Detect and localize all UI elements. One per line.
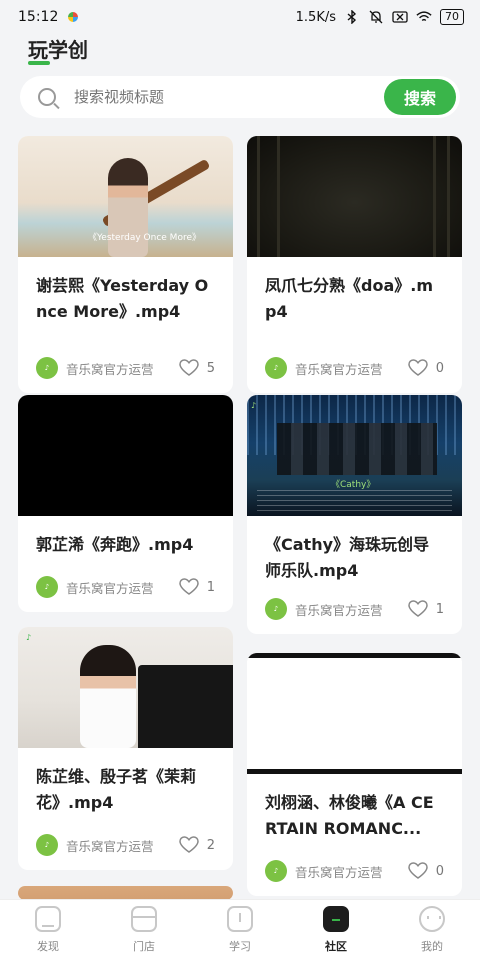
nav-label: 我的 — [421, 940, 443, 953]
video-card[interactable]: 刘栩涵、林俊曦《A CERTAIN ROMANC... ♪ 音乐窝官方运营 0 — [247, 653, 462, 896]
like-count: 0 — [435, 360, 444, 376]
nav-label: 门店 — [133, 940, 155, 953]
author-name: 音乐窝官方运营 — [66, 580, 154, 596]
avatar: ♪ — [36, 834, 58, 856]
logo-icon: ♪ — [251, 401, 257, 410]
video-thumbnail[interactable] — [18, 886, 233, 900]
video-thumbnail[interactable]: ♪ 《Cathy》 — [247, 395, 462, 516]
heart-icon[interactable] — [178, 359, 199, 377]
video-thumbnail[interactable] — [247, 653, 462, 774]
video-title[interactable]: 陈芷维、殷子茗《茉莉花》.mp4 — [18, 748, 233, 820]
video-card[interactable]: 凤爪七分熟《doa》.mp4 ♪ 音乐窝官方运营 0 — [247, 136, 462, 393]
video-card[interactable]: 《Yesterday Once More》 谢芸熙《Yesterday Once… — [18, 136, 233, 393]
heart-icon[interactable] — [407, 359, 428, 377]
avatar: ♪ — [265, 860, 287, 882]
community-icon — [323, 906, 349, 932]
profile-icon — [419, 906, 445, 932]
video-card[interactable]: 郭芷浠《奔跑》.mp4 ♪ 音乐窝官方运营 1 — [18, 395, 233, 612]
avatar: ♪ — [265, 357, 287, 379]
search-icon — [38, 88, 56, 106]
like-count: 5 — [206, 360, 215, 376]
video-title[interactable]: 郭芷浠《奔跑》.mp4 — [18, 516, 233, 562]
video-thumbnail[interactable] — [247, 136, 462, 257]
video-thumbnail[interactable] — [18, 395, 233, 516]
mute-icon — [368, 10, 384, 24]
heart-icon[interactable] — [178, 578, 199, 596]
avatar: ♪ — [36, 576, 58, 598]
like-count: 1 — [206, 579, 215, 595]
home-icon — [35, 906, 61, 932]
search-bar[interactable]: 搜索 — [20, 76, 460, 118]
video-title[interactable]: 《Cathy》海珠玩创导师乐队.mp4 — [247, 516, 462, 584]
like-count: 2 — [206, 837, 215, 853]
video-card[interactable]: ♪ 《Cathy》 《Cathy》海珠玩创导师乐队.mp4 ♪ 音乐窝官方运营 … — [247, 395, 462, 634]
heart-icon[interactable] — [407, 600, 428, 618]
colorful-dot-icon — [68, 12, 79, 22]
avatar: ♪ — [36, 357, 58, 379]
video-title[interactable]: 刘栩涵、林俊曦《A CERTAIN ROMANC... — [247, 774, 462, 846]
nav-label: 社区 — [325, 940, 347, 953]
network-speed: 1.5K/s — [295, 9, 336, 25]
author-name: 音乐窝官方运营 — [66, 838, 154, 854]
author-name: 音乐窝官方运营 — [66, 361, 154, 377]
app-header: 玩学创 — [28, 34, 88, 64]
author-name: 音乐窝官方运营 — [295, 864, 383, 880]
heart-icon[interactable] — [178, 836, 199, 854]
nav-item-community[interactable]: 社区 — [288, 900, 384, 960]
search-input[interactable] — [74, 88, 364, 106]
nav-item-store[interactable]: 门店 — [96, 900, 192, 960]
like-count: 0 — [435, 863, 444, 879]
thumbnail-caption: 《Cathy》 — [331, 480, 376, 490]
author-name: 音乐窝官方运营 — [295, 361, 383, 377]
battery-icon: 70 — [440, 9, 464, 25]
bottom-nav: 发现 门店 学习 社区 我的 — [0, 899, 480, 960]
video-title[interactable]: 凤爪七分熟《doa》.mp4 — [247, 257, 462, 335]
video-card[interactable]: ♪ 陈芷维、殷子茗《茉莉花》.mp4 ♪ 音乐窝官方运营 2 — [18, 627, 233, 870]
video-title[interactable]: 谢芸熙《Yesterday Once More》.mp4 — [18, 257, 233, 335]
nav-label: 发现 — [37, 940, 59, 953]
status-bar: 15:12 1.5K/s 70 — [0, 0, 480, 34]
video-thumbnail[interactable]: 《Yesterday Once More》 — [18, 136, 233, 257]
page-title: 玩学创 — [28, 38, 88, 62]
video-card[interactable] — [18, 886, 233, 900]
status-time: 15:12 — [18, 9, 59, 25]
book-icon — [227, 906, 253, 932]
author-name: 音乐窝官方运营 — [295, 602, 383, 618]
search-button[interactable]: 搜索 — [384, 79, 456, 115]
store-icon — [131, 906, 157, 932]
wifi-icon — [416, 10, 432, 24]
nav-label: 学习 — [229, 940, 251, 953]
like-count: 1 — [435, 601, 444, 617]
heart-icon[interactable] — [407, 862, 428, 880]
bluetooth-icon — [344, 10, 360, 24]
sim-off-icon — [392, 10, 408, 24]
nav-item-study[interactable]: 学习 — [192, 900, 288, 960]
thumbnail-caption: 《Yesterday Once More》 — [88, 233, 201, 243]
nav-item-mine[interactable]: 我的 — [384, 900, 480, 960]
logo-icon: ♪ — [26, 633, 32, 642]
nav-item-discover[interactable]: 发现 — [0, 900, 96, 960]
video-thumbnail[interactable]: ♪ — [18, 627, 233, 748]
avatar: ♪ — [265, 598, 287, 620]
